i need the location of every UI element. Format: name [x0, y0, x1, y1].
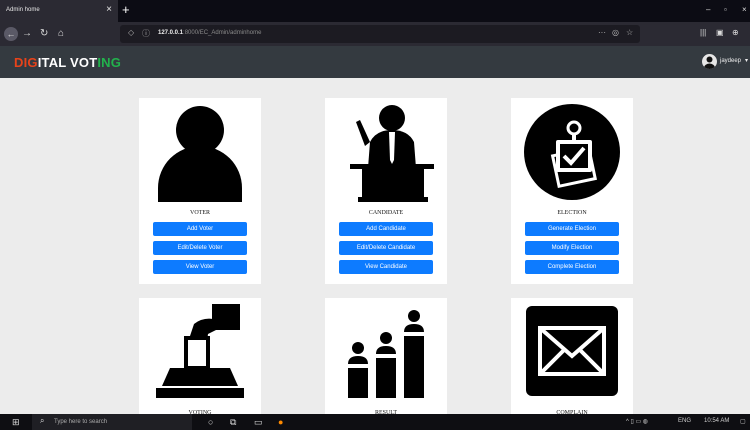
app-header: DIGITAL VOTING jaydeep ▾	[0, 46, 750, 78]
system-tray-icons[interactable]: ^ ▯ ▭ ◍	[626, 418, 648, 425]
back-icon[interactable]: ←	[4, 27, 18, 41]
voting-card[interactable]: VOTING	[139, 298, 261, 416]
task-view-icon[interactable]: ⧉	[230, 417, 236, 428]
podium-ranking-icon	[348, 310, 424, 398]
card-title: CANDIDATE	[368, 210, 404, 216]
ballot-box-icon	[156, 304, 244, 398]
info-icon[interactable]: ⓘ	[142, 28, 150, 39]
brand-logo[interactable]: DIGITAL VOTING	[14, 55, 121, 70]
view-voter-button[interactable]: View Voter	[153, 260, 247, 274]
new-tab-icon[interactable]: +	[122, 2, 130, 17]
url-text[interactable]: 127.0.0.1:8000/EC_Admin/adminhome	[158, 30, 261, 36]
browser-toolbar: ← → ↻ ⌂ ◇ ⓘ 127.0.0.1:8000/EC_Admin/admi…	[0, 22, 750, 46]
cortana-icon[interactable]: ○	[208, 417, 213, 427]
edit-delete-voter-button[interactable]: Edit/Delete Voter	[153, 241, 247, 255]
taskbar-search[interactable]: ⌕ Type here to search	[32, 414, 192, 430]
os-taskbar: ⊞ ⌕ Type here to search ○ ⧉ ▭ ● ^ ▯ ▭ ◍ …	[0, 414, 750, 430]
checklist-icon	[524, 104, 620, 200]
firefox-icon[interactable]: ●	[278, 417, 283, 427]
url-path: :8000/EC_Admin/adminhome	[183, 30, 262, 36]
generate-election-button[interactable]: Generate Election	[525, 222, 619, 236]
avatar	[702, 54, 717, 69]
envelope-icon	[526, 306, 618, 396]
home-icon[interactable]: ⌂	[58, 27, 64, 41]
view-candidate-button[interactable]: View Candidate	[339, 260, 433, 274]
bookmark-star-icon[interactable]: ☆	[626, 28, 633, 37]
search-icon: ⌕	[40, 416, 45, 425]
shield-icon[interactable]: ◇	[128, 28, 134, 37]
browser-tab[interactable]: Admin home ×	[0, 0, 118, 22]
url-bar[interactable]: ◇ ⓘ 127.0.0.1:8000/EC_Admin/adminhome ··…	[120, 25, 640, 43]
account-icon[interactable]: ⊕	[732, 28, 739, 37]
reload-icon[interactable]: ↻	[40, 27, 48, 41]
search-placeholder: Type here to search	[54, 419, 108, 425]
complain-card[interactable]: COMPLAIN	[511, 298, 633, 416]
forward-icon[interactable]: →	[22, 27, 32, 41]
tab-title: Admin home	[6, 7, 40, 13]
card-title: ELECTION	[557, 210, 587, 216]
library-icon[interactable]: |||	[700, 28, 706, 37]
pocket-icon[interactable]: ◎	[612, 28, 619, 37]
result-card[interactable]: RESULT	[325, 298, 447, 416]
brand-part-3: ING	[97, 55, 122, 70]
url-host: 127.0.0.1	[158, 30, 184, 36]
maximize-icon[interactable]: ▫	[724, 5, 727, 14]
language-indicator[interactable]: ENG	[678, 418, 691, 424]
username: jaydeep	[720, 58, 742, 64]
complete-election-button[interactable]: Complete Election	[525, 260, 619, 274]
person-icon	[158, 106, 242, 202]
browser-tab-strip: Admin home × + – ▫ ×	[0, 0, 750, 22]
brand-part-1: DIG	[14, 55, 38, 70]
close-tab-icon[interactable]: ×	[106, 4, 112, 15]
close-window-icon[interactable]: ×	[742, 5, 747, 14]
minimize-icon[interactable]: –	[706, 5, 710, 14]
speaker-podium-icon	[350, 105, 434, 202]
modify-election-button[interactable]: Modify Election	[525, 241, 619, 255]
file-explorer-icon[interactable]: ▭	[254, 417, 263, 428]
clock-time[interactable]: 10:54 AM	[704, 418, 729, 424]
sidebar-icon[interactable]: ▣	[716, 28, 724, 37]
add-voter-button[interactable]: Add Voter	[153, 222, 247, 236]
candidate-card: CANDIDATE Add Candidate Edit/Delete Cand…	[325, 98, 447, 284]
card-title: VOTER	[190, 210, 210, 216]
caret-down-icon[interactable]: ▾	[745, 57, 748, 64]
edit-delete-candidate-button[interactable]: Edit/Delete Candidate	[339, 241, 433, 255]
add-candidate-button[interactable]: Add Candidate	[339, 222, 433, 236]
voter-card: VOTER Add Voter Edit/Delete Voter View V…	[139, 98, 261, 284]
windows-start-icon[interactable]: ⊞	[12, 417, 20, 428]
notification-icon[interactable]: ▢	[740, 418, 746, 425]
election-card: ELECTION Generate Election Modify Electi…	[511, 98, 633, 284]
more-actions-icon[interactable]: ···	[598, 28, 606, 37]
brand-part-2: ITAL VOT	[37, 55, 98, 70]
